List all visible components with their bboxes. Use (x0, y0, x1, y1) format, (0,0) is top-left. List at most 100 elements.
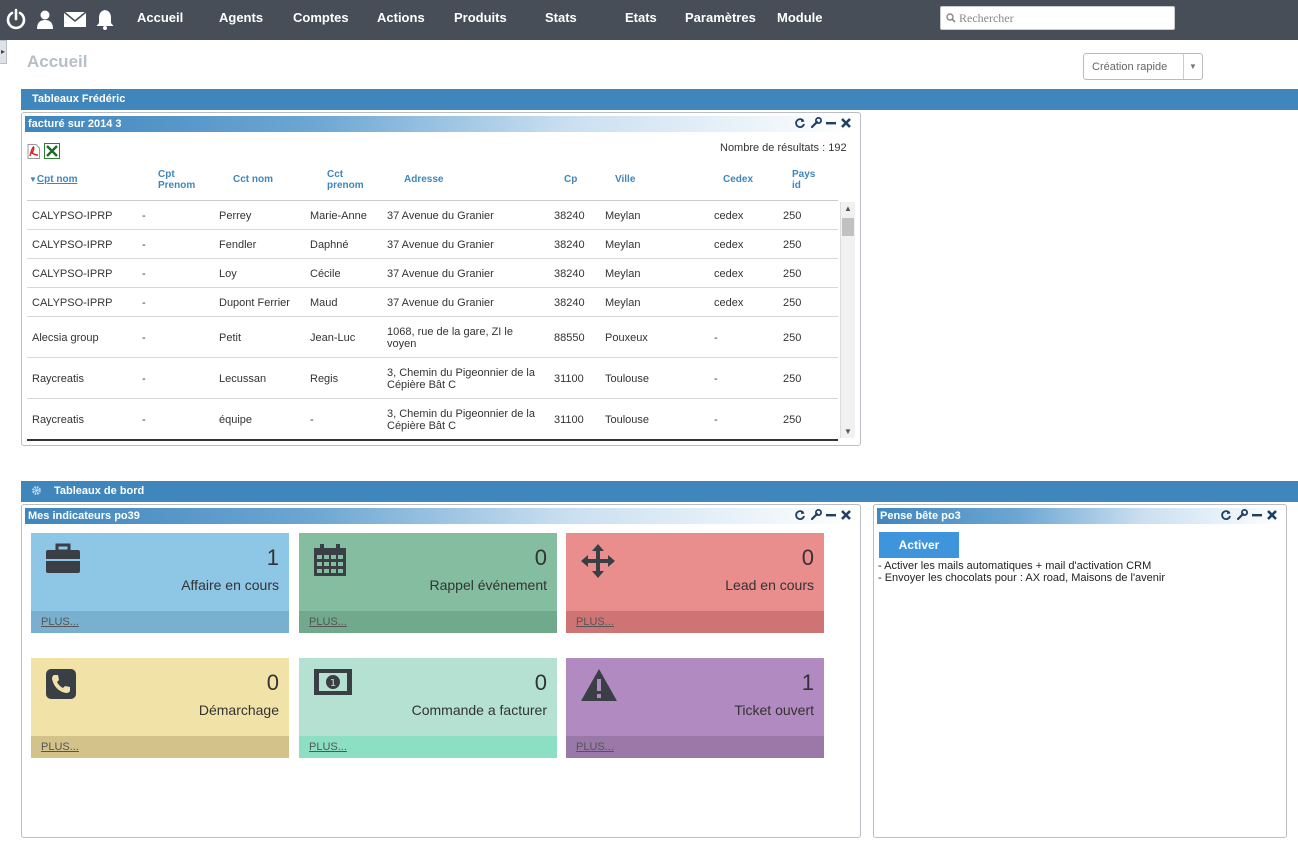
table-row[interactable]: Raycreatis - Lecussan Regis 3, Chemin du Pig… (27, 358, 838, 399)
nav-comptes[interactable]: Comptes (293, 10, 349, 25)
col-header-cpt-prenom[interactable]: Cpt Prenom (158, 169, 195, 191)
col-header-pays-id[interactable]: Pays id (792, 169, 815, 191)
minimize-icon[interactable] (825, 509, 837, 521)
more-link[interactable]: PLUS... (576, 616, 614, 628)
indicator-label: Lead en cours (725, 577, 814, 593)
wrench-icon[interactable] (810, 509, 822, 521)
results-table-body: CALYPSO-IPRP - Perrey Marie-Anne 37 Avenue d… (27, 201, 838, 439)
indicator-count: 0 (266, 670, 279, 695)
cell-adresse: 3, Chemin du Pigeonnier de la Cépière Bâ… (387, 408, 535, 432)
minimize-icon[interactable] (1251, 509, 1263, 521)
indicator-count: 0 (534, 545, 547, 570)
cell-cpt-nom: CALYPSO-IPRP (32, 239, 113, 251)
nav-stats[interactable]: Stats (545, 10, 577, 25)
scroll-up-icon[interactable]: ▲ (844, 204, 852, 213)
indicator-tile[interactable]: 1 Ticket ouvert PLUS... (566, 658, 824, 758)
cell-cedex: - (714, 414, 718, 426)
bell-icon[interactable] (94, 8, 116, 30)
col-label: Cpt nom (36, 174, 78, 185)
close-icon[interactable] (840, 509, 852, 521)
nav-accueil[interactable]: Accueil (137, 10, 183, 25)
table-row[interactable]: Raycreatis - équipe - 3, Chemin du Pigeonnie… (27, 399, 838, 439)
cell-cct-prenom: Regis (310, 373, 339, 385)
indicator-footer: PLUS... (566, 611, 824, 633)
col-header-cedex[interactable]: Cedex (723, 174, 753, 185)
cell-cedex: cedex (714, 268, 744, 280)
cell-cp: 38240 (554, 210, 585, 222)
indicator-tile[interactable]: 0 Rappel événement PLUS... (299, 533, 557, 633)
table-row[interactable]: CALYPSO-IPRP - Loy Cécile 37 Avenue du Grani… (27, 259, 838, 288)
cell-cct-nom: Fendler (219, 239, 257, 251)
table-scrollbar[interactable]: ▲ ▼ (840, 202, 855, 438)
refresh-icon[interactable] (794, 117, 806, 129)
table-row[interactable]: CALYPSO-IPRP - Perrey Marie-Anne 37 Avenue d… (27, 201, 838, 230)
table-row[interactable]: CALYPSO-IPRP - Dupont Ferrier Maud 37 Avenue… (27, 288, 838, 317)
cell-cct-prenom: Marie-Anne (310, 210, 367, 222)
cell-cct-prenom: Maud (310, 297, 338, 309)
cell-cedex: cedex (714, 210, 744, 222)
close-icon[interactable] (840, 117, 852, 129)
move-arrows-icon (581, 544, 615, 578)
cell-adresse: 37 Avenue du Granier (387, 239, 494, 251)
search-input[interactable] (959, 9, 1169, 27)
scroll-thumb[interactable] (842, 218, 854, 236)
result-count: Nombre de résultats : 192 (720, 142, 847, 154)
user-icon[interactable] (34, 8, 56, 30)
activate-button[interactable]: Activer (879, 532, 959, 558)
cell-cedex: cedex (714, 239, 744, 251)
wrench-icon[interactable] (1236, 509, 1248, 521)
col-header-cct-nom[interactable]: Cct nom (233, 174, 273, 185)
table-row[interactable]: CALYPSO-IPRP - Fendler Daphné 37 Avenue du G… (27, 230, 838, 259)
more-link[interactable]: PLUS... (309, 741, 347, 753)
col-header-adresse[interactable]: Adresse (404, 174, 443, 185)
cell-cct-prenom: Cécile (310, 268, 341, 280)
indicator-label: Démarchage (198, 702, 279, 718)
cell-ville: Toulouse (605, 373, 650, 385)
wrench-icon[interactable] (810, 117, 822, 129)
memo-line: - Envoyer les chocolats pour : AX road, … (878, 572, 1166, 584)
scroll-down-icon[interactable]: ▼ (844, 427, 852, 436)
pdf-export-icon[interactable] (27, 144, 40, 159)
col-header-cct-prenom[interactable]: Cct prenom (327, 169, 364, 191)
col-header-ville[interactable]: Ville (615, 174, 635, 185)
indicator-tile[interactable]: 0 Lead en cours PLUS... (566, 533, 824, 633)
more-link[interactable]: PLUS... (309, 616, 347, 628)
nav-module[interactable]: Module (777, 10, 823, 25)
cell-ville: Toulouse (605, 414, 650, 426)
cell-pays-id: 250 (783, 297, 802, 309)
more-link[interactable]: PLUS... (41, 616, 79, 628)
close-icon[interactable] (1266, 509, 1278, 521)
excel-export-icon[interactable] (44, 143, 60, 159)
more-link[interactable]: PLUS... (576, 741, 614, 753)
indicator-tile[interactable]: 0 Démarchage PLUS... (31, 658, 289, 758)
nav-etats[interactable]: Etats (625, 10, 657, 25)
sidebar-toggle[interactable]: ▸ (0, 40, 7, 64)
more-link[interactable]: PLUS... (41, 741, 79, 753)
nav-actions[interactable]: Actions (377, 10, 425, 25)
refresh-icon[interactable] (1220, 509, 1232, 521)
minimize-icon[interactable] (825, 117, 837, 129)
indicator-label: Commande a facturer (411, 702, 547, 718)
nav-agents[interactable]: Agents (219, 10, 263, 25)
cell-cpt-prenom: - (142, 373, 146, 385)
quick-create-select[interactable]: Création rapide ▼ (1083, 53, 1203, 80)
col-header-cpt-nom[interactable]: ▼Cpt nom (29, 174, 77, 185)
table-row[interactable]: Alecsia group - Petit Jean-Luc 1068, rue de … (27, 317, 838, 358)
nav-produits[interactable]: Produits (454, 10, 507, 25)
indicator-tile[interactable]: 1 0 Commande a facturer PLUS... (299, 658, 557, 758)
section-bar-tableaux-de-bord: Tableaux de bord (21, 481, 1298, 502)
nav-parametres[interactable]: Paramètres (685, 10, 756, 25)
cell-cpt-prenom: - (142, 332, 146, 344)
panel-title: Mes indicateurs po39 (28, 510, 140, 522)
cell-pays-id: 250 (783, 239, 802, 251)
panel-title: facturé sur 2014 3 (28, 118, 122, 130)
cell-cp: 38240 (554, 239, 585, 251)
mail-icon[interactable] (63, 8, 87, 30)
cell-ville: Meylan (605, 268, 641, 280)
cell-cpt-nom: CALYPSO-IPRP (32, 297, 113, 309)
gear-icon[interactable] (31, 485, 42, 496)
power-icon[interactable] (5, 8, 27, 30)
indicator-tile[interactable]: 1 Affaire en cours PLUS... (31, 533, 289, 633)
col-header-cp[interactable]: Cp (564, 174, 577, 185)
refresh-icon[interactable] (794, 509, 806, 521)
